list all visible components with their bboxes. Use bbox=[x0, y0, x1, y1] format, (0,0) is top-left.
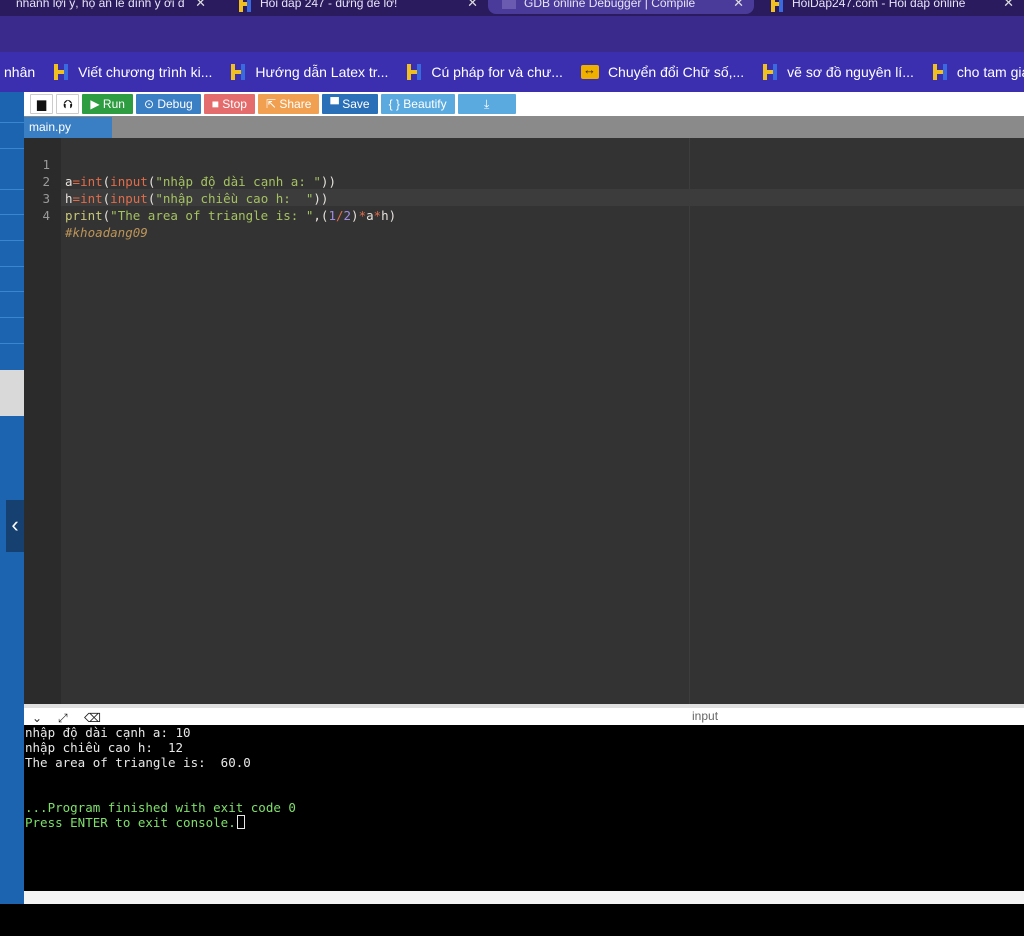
editor-toolbar: ▆ ⮉ ▶ Run ⊙ Debug ■ Stop ⇱ Share ▀ Save … bbox=[24, 92, 1024, 116]
hoidap-icon bbox=[932, 63, 948, 81]
file-tab-main-py[interactable]: main.py bbox=[24, 117, 112, 138]
share-button[interactable]: ⇱ Share bbox=[257, 94, 320, 114]
gdb-icon bbox=[502, 0, 516, 9]
code-line[interactable]: 1 a=int(input("nhập độ dài cạnh a: ")) bbox=[24, 139, 1024, 189]
upload-button[interactable]: ⮉ bbox=[56, 94, 80, 114]
browser-tab-active[interactable]: GDB online Debugger | Compile ✕ bbox=[488, 0, 754, 14]
bookmark-item[interactable]: nhân bbox=[4, 64, 35, 80]
hoidap-icon bbox=[762, 63, 778, 81]
console-line-success: ...Program finished with exit code 0 bbox=[25, 800, 296, 815]
new-file-button[interactable]: ▆ bbox=[30, 94, 54, 114]
browser-tab[interactable]: nhanh lợi ý, hộ ăn lê đính ý ơi đ ✕ bbox=[0, 0, 216, 14]
sidebar-divider bbox=[0, 240, 24, 241]
bookmark-item[interactable]: Hướng dẫn Latex tr... bbox=[230, 63, 388, 81]
hoidap-icon bbox=[238, 0, 252, 12]
bookmark-item[interactable]: Chuyển đổi Chữ số,... bbox=[580, 62, 744, 80]
clear-console-icon[interactable]: ⌫ bbox=[84, 711, 101, 725]
beautify-button[interactable]: { } Beautify bbox=[380, 94, 455, 114]
sidebar-divider bbox=[0, 148, 24, 149]
sidebar-divider bbox=[0, 343, 24, 344]
console-output[interactable]: nhập độ dài cạnh a: 10 nhập chiều cao h:… bbox=[24, 725, 1024, 891]
sidebar-divider bbox=[0, 122, 24, 123]
console-input-label: input bbox=[692, 709, 719, 723]
code-text: #khoadang09 bbox=[65, 225, 148, 240]
console-header: ⌄ ⤢ ⌫ input bbox=[24, 704, 1024, 725]
browser-tab[interactable]: Hỏi đáp 247 - đừng để lỡ! ✕ bbox=[224, 0, 488, 14]
terminal-cursor bbox=[236, 815, 245, 829]
run-button[interactable]: ▶ Run bbox=[82, 94, 133, 114]
close-icon[interactable]: ✕ bbox=[195, 0, 206, 14]
code-line[interactable]: 4 #khoadang09 bbox=[24, 190, 1024, 240]
hoidap-icon bbox=[406, 63, 422, 81]
browser-toolbar-area bbox=[0, 16, 1024, 52]
save-button[interactable]: ▀ Save bbox=[322, 94, 378, 114]
converter-icon bbox=[580, 62, 599, 79]
hoidap-icon bbox=[53, 63, 69, 81]
stop-button[interactable]: ■ Stop bbox=[203, 94, 255, 114]
collapse-sidebar-chevron-icon[interactable]: ‹ bbox=[6, 500, 24, 552]
hoidap-icon bbox=[770, 0, 784, 12]
console-line: The area of triangle is: 60.0 bbox=[25, 755, 251, 770]
code-editor[interactable]: 1 a=int(input("nhập độ dài cạnh a: ")) 2… bbox=[24, 138, 1024, 704]
file-tab-bar: main.py bbox=[24, 116, 1024, 138]
console-line-prompt: Press ENTER to exit console. bbox=[25, 815, 245, 830]
download-button[interactable]: ⤓ bbox=[457, 94, 516, 114]
line-number: 4 bbox=[42, 208, 50, 223]
browser-tab-strip: nhanh lợi ý, hộ ăn lê đính ý ơi đ ✕ Hỏi … bbox=[0, 0, 1024, 16]
sidebar-divider bbox=[0, 317, 24, 318]
hoidap-icon bbox=[230, 63, 246, 81]
expand-icon[interactable]: ⤢ bbox=[58, 711, 68, 726]
sidebar-divider bbox=[0, 214, 24, 215]
code-text: print("The area of triangle is: ",(1/2)*… bbox=[65, 208, 397, 223]
close-icon[interactable]: ✕ bbox=[467, 0, 478, 14]
sidebar-divider bbox=[0, 291, 24, 292]
upload-icon: ⮉ bbox=[63, 96, 73, 111]
sidebar-item[interactable] bbox=[0, 370, 24, 416]
console-line: nhập chiều cao h: 12 bbox=[25, 740, 184, 755]
console-footer bbox=[24, 891, 1024, 904]
close-icon[interactable]: ✕ bbox=[733, 0, 744, 14]
bookmark-item[interactable]: cho tam giác ABC, bbox=[932, 63, 1024, 81]
chevron-down-icon[interactable]: ⌄ bbox=[32, 711, 42, 725]
left-sidebar: ‹ bbox=[0, 92, 24, 904]
close-icon[interactable]: ✕ bbox=[1003, 0, 1014, 14]
console-line: nhập độ dài cạnh a: 10 bbox=[25, 725, 191, 740]
bookmarks-bar: nhân Viết chương trình ki... Hướng dẫn L… bbox=[0, 52, 1024, 92]
sidebar-divider bbox=[0, 189, 24, 190]
print-margin bbox=[689, 138, 690, 704]
bookmark-item[interactable]: Viết chương trình ki... bbox=[53, 63, 212, 81]
sidebar-divider bbox=[0, 266, 24, 267]
browser-tab[interactable]: HoiDap247.com - Hỏi đáp online ✕ bbox=[756, 0, 1024, 14]
bookmark-item[interactable]: Cú pháp for và chư... bbox=[406, 63, 563, 81]
file-icon: ▆ bbox=[37, 97, 47, 111]
bookmark-item[interactable]: vẽ sơ đồ nguyên lí... bbox=[762, 63, 914, 81]
code-line[interactable]: 3 print("The area of triangle is: ",(1/2… bbox=[24, 173, 1024, 223]
debug-button[interactable]: ⊙ Debug bbox=[135, 94, 201, 114]
code-line[interactable]: 2 h=int(input("nhập chiều cao h: ")) bbox=[24, 156, 1024, 206]
